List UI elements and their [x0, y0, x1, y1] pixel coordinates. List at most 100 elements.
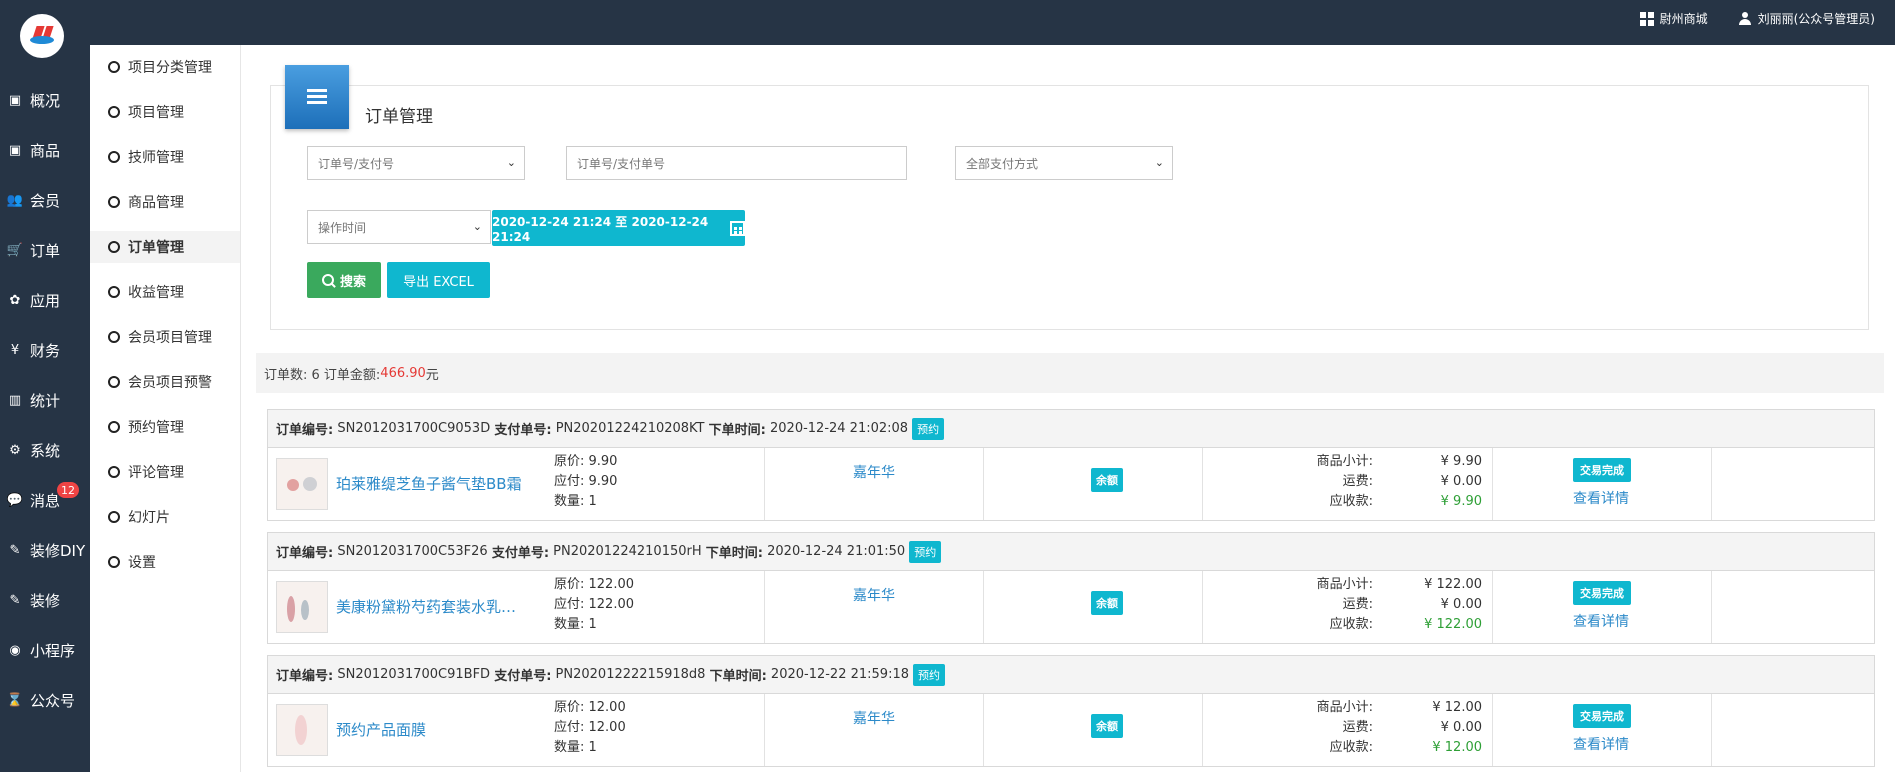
box-icon: ▣ [8, 142, 22, 158]
product-image [276, 581, 328, 633]
order-card: 订单编号: SN2012031700C9053D 支付单号: PN2020122… [267, 409, 1875, 521]
sidebar-item-diy[interactable]: ✎ 装修DIY [0, 538, 90, 562]
search-button[interactable]: 搜索 [307, 262, 381, 298]
top-bar: 尉州商城 刘丽丽(公众号管理员) [0, 0, 1895, 45]
store-label[interactable]: 尉州商城 [1660, 10, 1708, 27]
sidebar-item-finance[interactable]: ¥ 财务 [0, 338, 90, 362]
view-detail-link[interactable]: 查看详情 [1573, 611, 1629, 631]
subnav-item-slider[interactable]: 幻灯片 [90, 501, 240, 533]
subnav-item-reservation[interactable]: 预约管理 [90, 411, 240, 443]
order-header: 订单编号: SN2012031700C9053D 支付单号: PN2020122… [268, 410, 1874, 448]
order-body: 美康粉黛粉芍药套装水乳… 原价: 122.00 应付: 122.00 数量: 1… [268, 571, 1874, 643]
sidebar-item-decoration[interactable]: ✎ 装修 [0, 588, 90, 612]
chevron-down-icon: ⌄ [1154, 156, 1164, 169]
chevron-down-icon: ⌄ [506, 156, 516, 169]
sidebar-item-system[interactable]: ⚙ 系统 [0, 438, 90, 462]
subnav-item-member-warning[interactable]: 会员项目预警 [90, 366, 240, 398]
cart-icon: 🛒 [6, 242, 24, 258]
sidebar-item-messages[interactable]: 💬 消息 12 [0, 482, 90, 512]
circle-icon [108, 106, 120, 118]
store-link[interactable]: 嘉年华 [765, 708, 983, 728]
dashboard-icon [1639, 11, 1654, 26]
product-name-link[interactable]: 珀莱雅缇芝鱼子酱气垫BB霜 [336, 473, 522, 494]
sub-sidebar: 项目分类管理 项目管理 技师管理 商品管理 订单管理 收益管理 会员项目管理 会… [90, 45, 241, 772]
circle-icon [108, 241, 120, 253]
subnav-item-member-project[interactable]: 会员项目管理 [90, 321, 240, 353]
product-name-link[interactable]: 预约产品面膜 [336, 719, 426, 740]
amount-cell: 商品小计: ¥ 122.00 运费: ¥ 0.00 应收款: ¥ 122.00 [1203, 571, 1493, 643]
product-cell: 预约产品面膜 原价: 12.00 应付: 12.00 数量: 1 [268, 694, 765, 766]
order-header: 订单编号: SN2012031700C53F26 支付单号: PN2020122… [268, 533, 1874, 571]
status-badge: 交易完成 [1573, 458, 1631, 482]
subnav-item-goods[interactable]: 商品管理 [90, 186, 240, 218]
order-summary: 订单数: 6 订单金额: 466.90 元 [256, 353, 1884, 393]
subnav-item-project[interactable]: 项目管理 [90, 96, 240, 128]
amount-lines: 商品小计: ¥ 12.00 运费: ¥ 0.00 应收款: ¥ 12.00 [1316, 700, 1482, 755]
store-cell: 嘉年华 [765, 694, 984, 766]
time-select[interactable]: 操作时间 ⌄ [307, 210, 491, 244]
paint-icon: ✎ [9, 592, 21, 608]
sidebar-item-members[interactable]: 👥 会员 [0, 188, 90, 212]
left-sidebar: ▣ 概况 ▣ 商品 👥 会员 🛒 订单 ✿ 应用 ¥ 财务 ▥ 统计 ⚙ 系统 … [0, 0, 90, 772]
payment-method-badge: 余额 [1091, 591, 1123, 615]
sidebar-item-mini-program[interactable]: ◉ 小程序 [0, 638, 90, 662]
order-header: 订单编号: SN2012031700C91BFD 支付单号: PN2020122… [268, 656, 1874, 694]
store-link[interactable]: 嘉年华 [765, 585, 983, 605]
status-badge: 交易完成 [1573, 581, 1631, 605]
sidebar-item-goods[interactable]: ▣ 商品 [0, 138, 90, 162]
sidebar-item-official-account[interactable]: ⌛ 公众号 [0, 688, 90, 712]
subnav-item-settings[interactable]: 设置 [90, 546, 240, 578]
payment-cell: 余额 [984, 448, 1203, 520]
sidebar-item-overview[interactable]: ▣ 概况 [0, 88, 90, 112]
user-label[interactable]: 刘丽丽(公众号管理员) [1758, 10, 1875, 27]
users-icon: 👥 [6, 192, 24, 208]
circle-icon [108, 151, 120, 163]
order-input[interactable]: 订单号/支付单号 [566, 146, 907, 180]
menu-icon [285, 65, 349, 129]
amount-lines: 商品小计: ¥ 122.00 运费: ¥ 0.00 应收款: ¥ 122.00 [1316, 577, 1482, 632]
top-actions: 尉州商城 刘丽丽(公众号管理员) [1639, 10, 1875, 27]
view-detail-link[interactable]: 查看详情 [1573, 488, 1629, 508]
hourglass-icon: ⌛ [6, 692, 24, 708]
payment-method-badge: 余额 [1091, 468, 1123, 492]
store-link[interactable]: 尉州商城 [1639, 10, 1708, 27]
store-link[interactable]: 嘉年华 [765, 462, 983, 482]
view-detail-link[interactable]: 查看详情 [1573, 734, 1629, 754]
product-name-link[interactable]: 美康粉黛粉芍药套装水乳… [336, 596, 516, 617]
date-range-label: 2020-12-24 21:24 至 2020-12-24 21:24 [492, 214, 709, 244]
sidebar-item-apps[interactable]: ✿ 应用 [0, 288, 90, 312]
subnav-item-comment[interactable]: 评论管理 [90, 456, 240, 488]
status-cell: 交易完成 查看详情 [1493, 571, 1712, 643]
status-cell: 交易完成 查看详情 [1493, 694, 1712, 766]
sidebar-item-stats[interactable]: ▥ 统计 [0, 388, 90, 412]
gears-icon: ⚙ [9, 442, 21, 458]
amount-cell: 商品小计: ¥ 9.90 运费: ¥ 0.00 应收款: ¥ 9.90 [1203, 448, 1493, 520]
user-icon [1738, 11, 1752, 26]
dashboard-icon: ▣ [8, 92, 22, 108]
payment-method-select[interactable]: 全部支付方式 ⌄ [955, 146, 1173, 180]
order-card: 订单编号: SN2012031700C53F26 支付单号: PN2020122… [267, 532, 1875, 644]
order-body: 珀莱雅缇芝鱼子酱气垫BB霜 原价: 9.90 应付: 9.90 数量: 1 嘉年… [268, 448, 1874, 520]
export-excel-button[interactable]: 导出 EXCEL [387, 262, 490, 298]
date-range-button[interactable]: 2020-12-24 21:24 至 2020-12-24 21:24 [492, 210, 745, 246]
subnav-item-technician[interactable]: 技师管理 [90, 141, 240, 173]
product-cell: 美康粉黛粉芍药套装水乳… 原价: 122.00 应付: 122.00 数量: 1 [268, 571, 765, 643]
subnav-item-order-management[interactable]: 订单管理 [90, 231, 240, 263]
price-lines: 原价: 122.00 应付: 122.00 数量: 1 [554, 577, 634, 632]
order-select[interactable]: 订单号/支付号 ⌄ [307, 146, 525, 180]
subnav-item-earnings[interactable]: 收益管理 [90, 276, 240, 308]
subnav-item-category[interactable]: 项目分类管理 [90, 51, 240, 83]
filter-panel [270, 85, 1869, 330]
circle-icon [108, 556, 120, 568]
search-icon [321, 274, 334, 286]
user-menu[interactable]: 刘丽丽(公众号管理员) [1738, 10, 1875, 27]
circle-icon [108, 331, 120, 343]
sidebar-item-orders[interactable]: 🛒 订单 [0, 238, 90, 262]
payment-method-badge: 余额 [1091, 714, 1123, 738]
calendar-icon [730, 220, 745, 236]
message-badge: 12 [57, 482, 79, 498]
reservation-tag: 预约 [909, 540, 942, 563]
product-cell: 珀莱雅缇芝鱼子酱气垫BB霜 原价: 9.90 应付: 9.90 数量: 1 [268, 448, 765, 520]
circle-icon [108, 61, 120, 73]
circle-icon [108, 286, 120, 298]
